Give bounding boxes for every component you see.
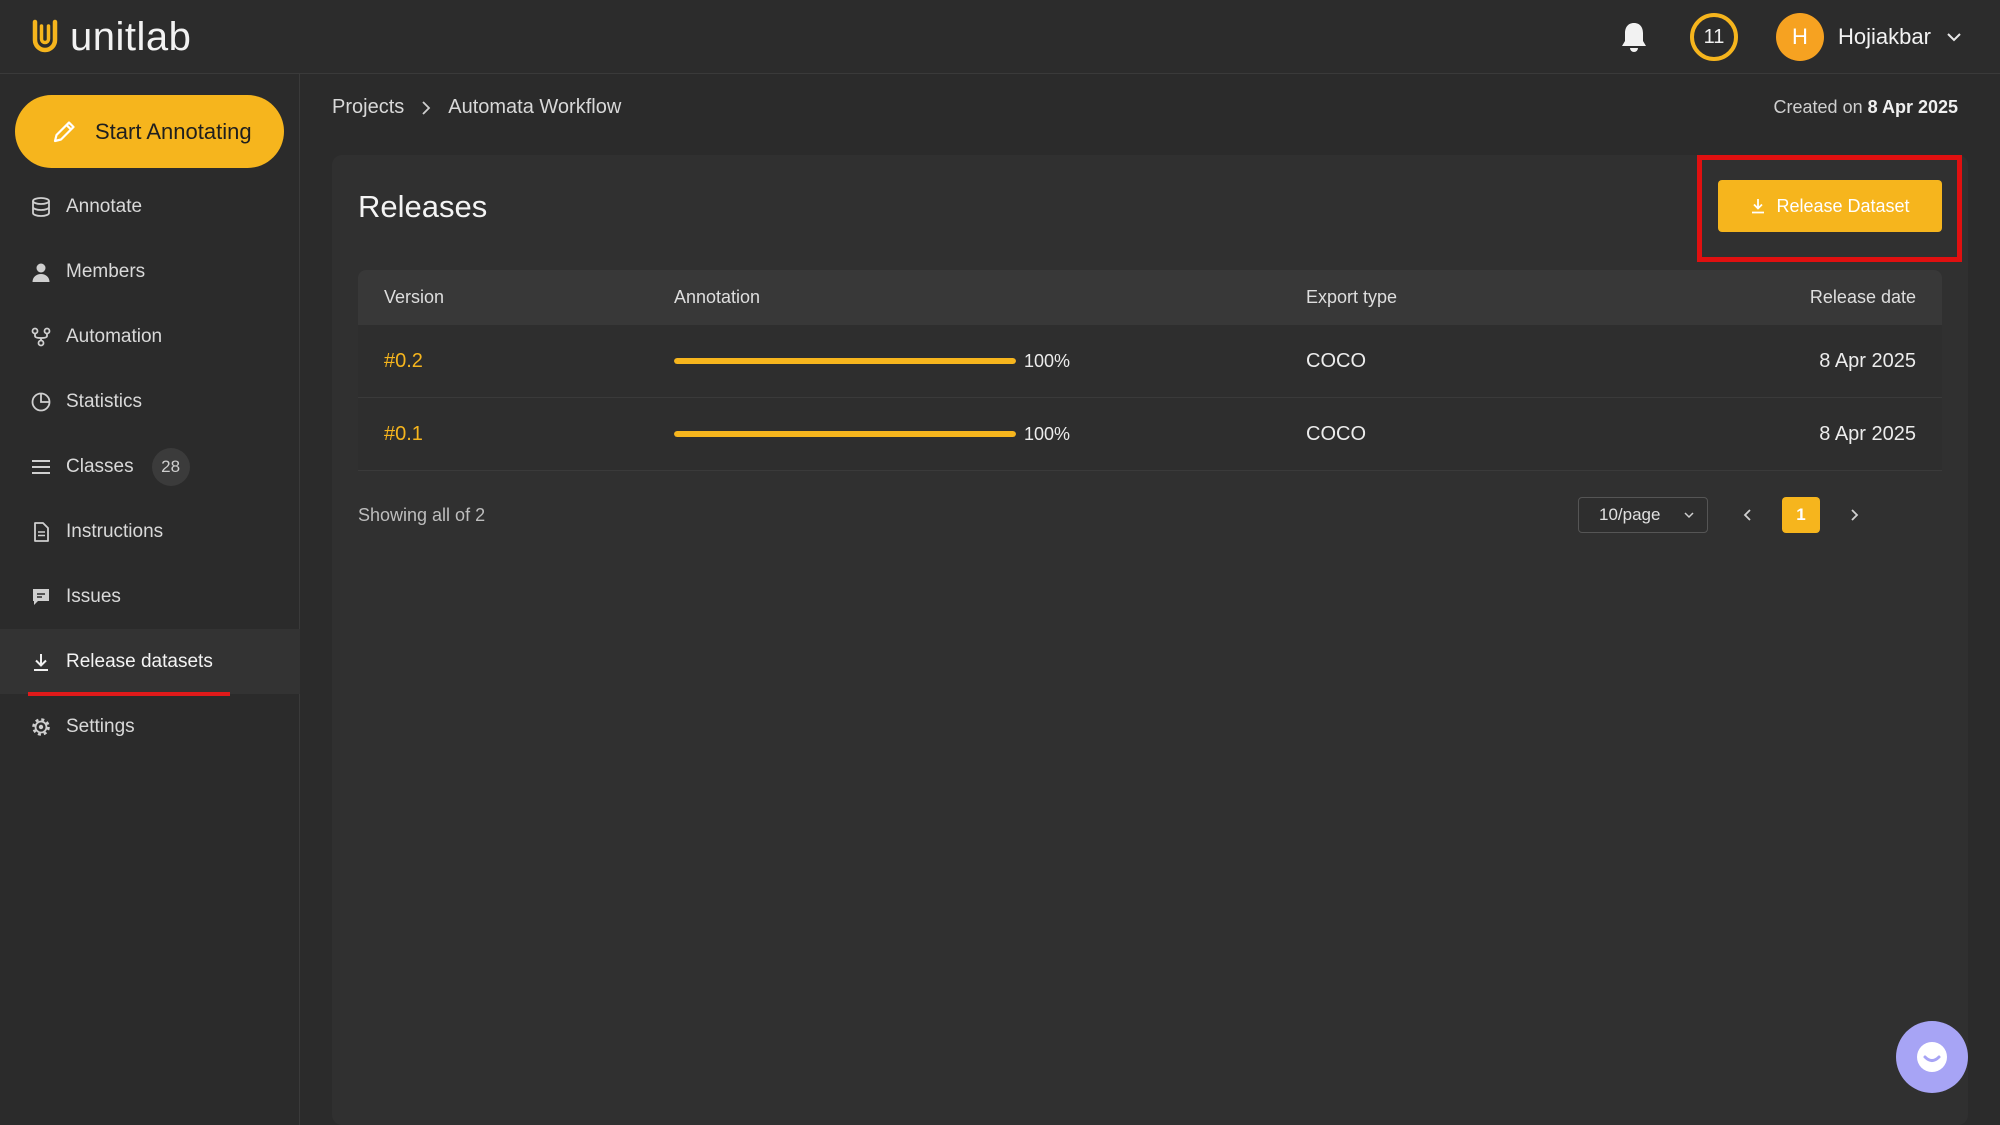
user-menu[interactable]: H Hojiakbar [1776, 12, 1963, 62]
next-page-button[interactable] [1836, 497, 1872, 533]
sidebar-item-automation[interactable]: Automation [0, 304, 300, 369]
chevron-down-icon [1683, 509, 1695, 521]
database-icon [30, 196, 52, 218]
export-type: COCO [1306, 423, 1736, 446]
bell-icon[interactable] [1618, 20, 1650, 54]
release-date: 8 Apr 2025 [1736, 350, 1942, 373]
workflow-icon [30, 326, 52, 348]
support-chat-button[interactable] [1896, 1021, 1968, 1093]
sidebar-item-issues[interactable]: Issues [0, 564, 300, 629]
sidebar-item-label: Classes [66, 456, 134, 478]
sidebar-item-label: Statistics [66, 391, 142, 413]
releases-table: Version Annotation Export type Release d… [358, 270, 1942, 471]
download-icon [1750, 198, 1766, 214]
sidebar-item-label: Issues [66, 586, 121, 608]
progress-percent: 100% [1024, 351, 1070, 372]
unitlab-logo-icon [30, 18, 60, 56]
document-icon [30, 521, 52, 543]
page-title: Releases [358, 189, 487, 225]
release-date: 8 Apr 2025 [1736, 423, 1942, 446]
release-dataset-label: Release Dataset [1776, 196, 1909, 217]
sidebar-nav: Annotate Members Automation Statistics [0, 174, 300, 759]
breadcrumb-current: Automata Workflow [448, 96, 621, 119]
created-on: Created on 8 Apr 2025 [1774, 97, 1958, 118]
gear-icon [30, 716, 52, 738]
chevron-down-icon [1945, 28, 1963, 46]
release-dataset-button[interactable]: Release Dataset [1718, 180, 1942, 232]
start-annotating-label: Start Annotating [95, 119, 252, 145]
sidebar-item-label: Settings [66, 716, 135, 738]
progress-percent: 100% [1024, 424, 1070, 445]
releases-panel: Releases Release Dataset Version Annotat… [332, 155, 1968, 1125]
chevron-left-icon [1741, 508, 1755, 522]
table-header: Version Annotation Export type Release d… [358, 270, 1942, 325]
comment-icon [30, 586, 52, 608]
app-name: unitlab [70, 15, 191, 60]
created-date: 8 Apr 2025 [1868, 97, 1958, 117]
sidebar-item-settings[interactable]: Settings [0, 694, 300, 759]
pagination: 10/page 1 [1578, 497, 1872, 533]
table-row[interactable]: #0.1 100% COCO 8 Apr 2025 [358, 398, 1942, 471]
user-icon [30, 261, 52, 283]
page-size-select[interactable]: 10/page [1578, 497, 1708, 533]
sidebar-item-instructions[interactable]: Instructions [0, 499, 300, 564]
download-icon [30, 651, 52, 673]
sidebar-item-label: Automation [66, 326, 162, 348]
progress-bar-fill [674, 358, 1016, 364]
sidebar-item-members[interactable]: Members [0, 239, 300, 304]
progress-bar [674, 431, 1016, 437]
sidebar-item-label: Instructions [66, 521, 163, 543]
version-link[interactable]: #0.1 [384, 423, 423, 445]
column-header-release-date: Release date [1736, 287, 1942, 308]
sidebar-item-label: Release datasets [66, 651, 213, 673]
column-header-export-type: Export type [1306, 287, 1736, 308]
sidebar-item-label: Annotate [66, 196, 142, 218]
created-label: Created on [1774, 97, 1863, 117]
column-header-annotation: Annotation [674, 287, 1306, 308]
avatar: H [1776, 13, 1824, 61]
breadcrumb-projects-link[interactable]: Projects [332, 96, 404, 119]
sidebar-item-annotate[interactable]: Annotate [0, 174, 300, 239]
classes-count-badge: 28 [152, 448, 190, 486]
sidebar-item-release-datasets[interactable]: Release datasets [0, 629, 300, 694]
progress-bar-fill [674, 431, 1016, 437]
page-size-value: 10/page [1599, 505, 1660, 525]
chevron-right-icon [418, 100, 434, 116]
page-number-current[interactable]: 1 [1782, 497, 1820, 533]
sidebar-item-classes[interactable]: Classes 28 [0, 434, 300, 499]
pie-chart-icon [30, 391, 52, 413]
sidebar: Start Annotating Annotate Members Au [0, 74, 300, 1125]
previous-page-button[interactable] [1730, 497, 1766, 533]
app-logo[interactable]: unitlab [30, 14, 191, 60]
list-icon [30, 456, 52, 478]
version-link[interactable]: #0.2 [384, 350, 423, 372]
column-header-version: Version [358, 287, 674, 308]
table-row[interactable]: #0.2 100% COCO 8 Apr 2025 [358, 325, 1942, 398]
start-annotating-button[interactable]: Start Annotating [15, 95, 284, 168]
progress-bar [674, 358, 1016, 364]
export-type: COCO [1306, 350, 1736, 373]
showing-count: Showing all of 2 [358, 505, 485, 526]
user-name: Hojiakbar [1838, 24, 1931, 50]
annotation-progress: 100% [674, 424, 1306, 445]
chevron-right-icon [1847, 508, 1861, 522]
sidebar-item-label: Members [66, 261, 145, 283]
top-bar: unitlab 11 H Hojiakbar [0, 0, 2000, 74]
pencil-icon [51, 119, 77, 145]
credits-counter[interactable]: 11 [1690, 13, 1738, 61]
annotation-progress: 100% [674, 351, 1306, 372]
chat-icon [1912, 1037, 1952, 1077]
breadcrumb: Projects Automata Workflow [332, 96, 621, 119]
sidebar-item-statistics[interactable]: Statistics [0, 369, 300, 434]
